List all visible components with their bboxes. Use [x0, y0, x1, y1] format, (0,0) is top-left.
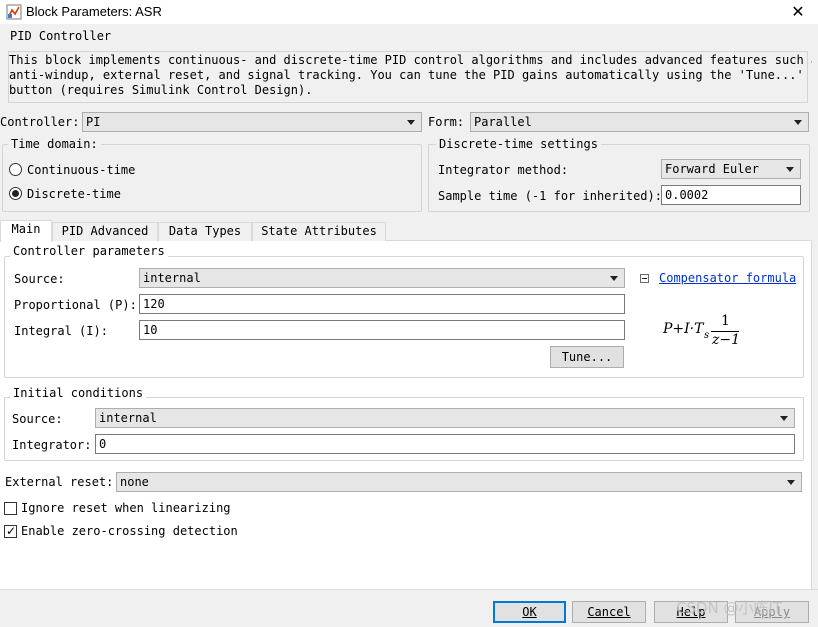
radio-discrete-time[interactable]: [9, 187, 22, 200]
controller-value: PI: [86, 115, 101, 129]
discrete-settings-title: Discrete-time settings: [436, 137, 601, 151]
initial-conditions-title: Initial conditions: [10, 386, 147, 400]
time-domain-title: Time domain:: [8, 137, 101, 151]
tune-button[interactable]: Tune...: [550, 346, 624, 368]
close-icon[interactable]: ✕: [784, 0, 812, 24]
zero-crossing-checkbox[interactable]: ✓: [4, 524, 17, 538]
discrete-time-label: Discrete-time: [27, 187, 121, 201]
proportional-value: 120: [143, 297, 165, 311]
proportional-input[interactable]: 120: [139, 294, 625, 314]
description-line-2: anti-windup, external reset, and signal …: [9, 68, 804, 82]
integrator-ic-value: 0: [99, 437, 107, 451]
sample-time-value: 0.0002: [665, 188, 709, 202]
ic-source-label: Source:: [12, 412, 63, 426]
compensator-formula-link[interactable]: Compensator formula: [659, 271, 796, 285]
external-reset-label: External reset:: [5, 475, 114, 489]
simulink-block-icon: [6, 4, 22, 20]
chevron-down-icon: [407, 120, 415, 125]
formula-subscript: s: [704, 330, 710, 341]
form-select[interactable]: Parallel: [470, 112, 809, 132]
cancel-button[interactable]: Cancel: [572, 601, 646, 623]
integral-input[interactable]: 10: [139, 320, 625, 340]
integrator-method-select[interactable]: Forward Euler: [661, 159, 801, 179]
collapse-icon[interactable]: [640, 274, 649, 283]
tab-state-attributes[interactable]: State Attributes: [252, 222, 386, 241]
description-box: This block implements continuous- and di…: [8, 51, 818, 103]
ok-label: OK: [522, 605, 537, 619]
formula-numerator: 1: [721, 313, 730, 329]
ignore-reset-checkbox[interactable]: [4, 502, 17, 515]
external-reset-select[interactable]: none: [116, 472, 802, 492]
title-bar: Block Parameters: ASR ✕: [0, 0, 818, 24]
form-value: Parallel: [474, 115, 532, 129]
radio-continuous-time[interactable]: [9, 163, 22, 176]
integral-label: Integral (I):: [14, 324, 108, 338]
chevron-down-icon: [780, 416, 788, 421]
ok-button[interactable]: OK: [493, 601, 566, 623]
ic-source-value: internal: [99, 411, 157, 425]
tab-data-types[interactable]: Data Types: [158, 222, 252, 241]
integrator-method-label: Integrator method:: [438, 163, 569, 177]
cp-source-value: internal: [143, 271, 201, 285]
zero-crossing-label: Enable zero-crossing detection: [21, 524, 238, 538]
watermark: CSDN @小陈IT: [676, 599, 783, 617]
right-edge: [812, 24, 818, 589]
integrator-ic-input[interactable]: 0: [95, 434, 795, 454]
chevron-down-icon: [794, 120, 802, 125]
description-line-1: This block implements continuous- and di…: [9, 53, 818, 67]
tab-main[interactable]: Main: [0, 220, 52, 242]
cp-source-select[interactable]: internal: [139, 268, 625, 288]
formula-denominator: z−1: [712, 332, 741, 348]
integral-value: 10: [143, 323, 158, 337]
ignore-reset-label: Ignore reset when linearizing: [21, 501, 231, 515]
proportional-label: Proportional (P):: [14, 298, 137, 312]
description-line-3: button (requires Simulink Control Design…: [9, 83, 313, 97]
sample-time-input[interactable]: 0.0002: [661, 185, 801, 205]
time-domain-group: [2, 144, 422, 212]
block-type-label: PID Controller: [10, 29, 112, 43]
controller-parameters-title: Controller parameters: [10, 244, 168, 258]
ic-source-select[interactable]: internal: [95, 408, 795, 428]
cancel-label: Cancel: [587, 605, 631, 619]
continuous-time-label: Continuous-time: [27, 163, 136, 177]
chevron-down-icon: [610, 276, 618, 281]
controller-select[interactable]: PI: [82, 112, 422, 132]
formula-lhs: P+I·T: [663, 321, 704, 337]
window-title: Block Parameters: ASR: [26, 4, 162, 19]
integrator-ic-label: Integrator:: [12, 438, 92, 452]
form-label: Form:: [428, 115, 465, 129]
cp-source-label: Source:: [14, 272, 65, 286]
main-tab-panel: Controller parameters Source: internal P…: [0, 241, 812, 589]
external-reset-value: none: [120, 475, 149, 489]
tab-pid-advanced[interactable]: PID Advanced: [52, 222, 158, 241]
checkmark-icon: ✓: [6, 524, 17, 538]
integrator-method-value: Forward Euler: [665, 162, 759, 176]
controller-label: Controller:: [0, 115, 80, 129]
chevron-down-icon: [786, 167, 794, 172]
sample-time-label: Sample time (-1 for inherited):: [438, 189, 662, 203]
chevron-down-icon: [787, 480, 795, 485]
